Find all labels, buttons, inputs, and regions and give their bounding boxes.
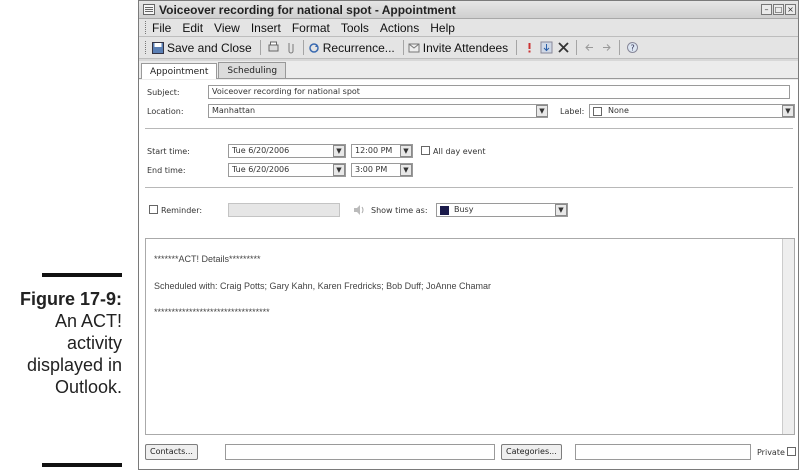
caption-line: displayed in [26, 355, 122, 375]
print-icon[interactable] [267, 41, 280, 54]
location-label: Location: [147, 107, 184, 116]
reminder-select [228, 203, 340, 217]
grip-icon [145, 21, 148, 34]
toolbar: Save and Close Recurrence... Invite Atte… [139, 37, 798, 59]
subject-label: Subject: [147, 88, 180, 97]
caption-rule-bottom [42, 463, 122, 467]
show-time-as-value: Busy [454, 205, 474, 214]
appointment-window: Voiceover recording for national spot - … [138, 0, 799, 470]
divider [145, 187, 793, 188]
figure-number: Figure 17-9: [19, 289, 122, 309]
importance-low-icon[interactable] [540, 41, 553, 54]
attach-icon[interactable] [284, 41, 297, 54]
end-date-dropdown-icon[interactable]: ▼ [333, 164, 345, 176]
notes-area[interactable]: *******ACT! Details********* Scheduled w… [145, 238, 795, 435]
recurrence-label: Recurrence... [322, 40, 395, 55]
next-item-icon[interactable] [600, 41, 613, 54]
end-time-label: End time: [147, 166, 186, 175]
reminder-checkbox[interactable] [149, 205, 158, 214]
toolbar-separator [402, 40, 404, 55]
grip-icon [145, 41, 148, 54]
help-icon[interactable]: ? [626, 41, 639, 54]
appointment-body: Appointment Scheduling Subject: Voiceove… [139, 61, 798, 469]
invite-attendees-button[interactable]: Invite Attendees [408, 41, 508, 55]
contacts-button[interactable]: Contacts... [145, 444, 198, 460]
contacts-input[interactable] [225, 444, 495, 460]
busy-swatch [440, 206, 449, 215]
restore-icon[interactable]: □ [773, 4, 784, 15]
svg-text:?: ? [631, 44, 635, 53]
menu-bar: File Edit View Insert Format Tools Actio… [139, 19, 798, 37]
all-day-event-label: All day event [433, 147, 486, 156]
menu-actions[interactable]: Actions [380, 21, 419, 35]
notes-line: Scheduled with: Craig Potts; Gary Kahn, … [154, 281, 491, 291]
all-day-event-checkbox[interactable] [421, 146, 430, 155]
start-time-label: Start time: [147, 147, 190, 156]
menu-help[interactable]: Help [430, 21, 455, 35]
private-label: Private [757, 448, 785, 457]
start-date-input[interactable]: Tue 6/20/2006 [228, 144, 346, 158]
categories-input[interactable] [575, 444, 751, 460]
close-icon[interactable]: × [785, 4, 796, 15]
reminder-label: Reminder: [161, 206, 203, 215]
save-icon [152, 41, 164, 54]
toolbar-separator [619, 40, 621, 55]
menu-insert[interactable]: Insert [251, 21, 281, 35]
label-label: Label: [560, 107, 585, 116]
subject-input[interactable]: Voiceover recording for national spot [208, 85, 790, 99]
tab-appointment[interactable]: Appointment [141, 63, 218, 79]
toolbar-separator [516, 40, 518, 55]
toolbar-separator [576, 40, 578, 55]
figure-caption: Figure 17-9: An ACT! activity displayed … [0, 288, 122, 398]
notes-line: ********************************* [154, 307, 270, 317]
caption-line: An ACT! [54, 311, 122, 331]
recurrence-icon [308, 42, 319, 53]
previous-item-icon[interactable] [583, 41, 596, 54]
label-select[interactable]: None [589, 104, 795, 118]
tab-strip: Appointment Scheduling [139, 61, 798, 79]
start-date-dropdown-icon[interactable]: ▼ [333, 145, 345, 157]
sound-icon[interactable] [352, 204, 366, 216]
caption-line: activity [66, 333, 122, 353]
tab-scheduling[interactable]: Scheduling [218, 62, 287, 78]
show-time-as-select[interactable]: Busy [436, 203, 568, 217]
label-dropdown-icon[interactable]: ▼ [782, 105, 794, 117]
appointment-form: Subject: Voiceover recording for nationa… [139, 80, 798, 469]
divider [145, 128, 793, 129]
menu-file[interactable]: File [152, 21, 171, 35]
invite-attendees-label: Invite Attendees [422, 40, 509, 55]
toolbar-separator [259, 40, 261, 55]
show-time-as-dropdown-icon[interactable]: ▼ [555, 204, 567, 216]
notes-line: *******ACT! Details********* [154, 254, 261, 264]
start-time-dropdown-icon[interactable]: ▼ [400, 145, 412, 157]
private-checkbox[interactable] [787, 447, 796, 456]
menu-tools[interactable]: Tools [341, 21, 369, 35]
label-select-value: None [608, 106, 629, 115]
menu-edit[interactable]: Edit [182, 21, 203, 35]
menu-format[interactable]: Format [292, 21, 330, 35]
end-date-input[interactable]: Tue 6/20/2006 [228, 163, 346, 177]
importance-high-icon[interactable] [523, 41, 536, 54]
notes-scrollbar[interactable] [782, 239, 794, 434]
delete-icon[interactable] [557, 41, 570, 54]
recurrence-button[interactable]: Recurrence... [308, 41, 395, 55]
title-bar[interactable]: Voiceover recording for national spot - … [139, 1, 798, 19]
appointment-icon [143, 4, 155, 15]
caption-rule-top [42, 273, 122, 277]
caption-line: Outlook. [54, 377, 122, 397]
menu-view[interactable]: View [214, 21, 240, 35]
toolbar-separator [302, 40, 304, 55]
label-color-swatch [593, 107, 602, 116]
save-and-close-label: Save and Close [167, 40, 252, 55]
invite-icon [408, 43, 420, 52]
save-and-close-button[interactable]: Save and Close [152, 41, 252, 55]
end-time-dropdown-icon[interactable]: ▼ [400, 164, 412, 176]
location-dropdown-icon[interactable]: ▼ [536, 105, 548, 117]
show-time-as-label: Show time as: [371, 206, 428, 215]
location-input[interactable]: Manhattan [208, 104, 548, 118]
categories-button[interactable]: Categories... [501, 444, 562, 460]
window-title: Voiceover recording for national spot - … [159, 2, 456, 17]
minimize-icon[interactable]: – [761, 4, 772, 15]
